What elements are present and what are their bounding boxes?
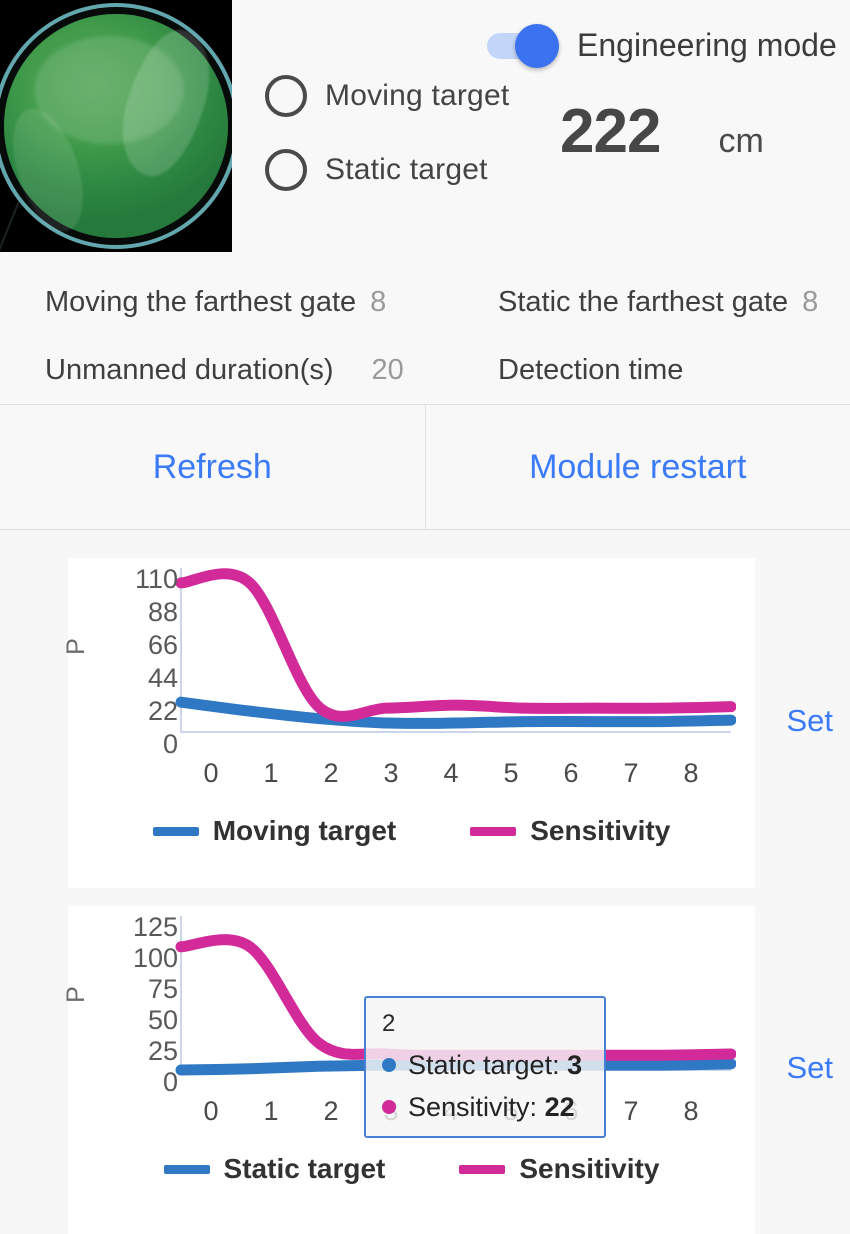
module-restart-button[interactable]: Module restart	[424, 405, 850, 529]
tooltip-series-dot	[382, 1100, 396, 1114]
distance-unit: cm	[718, 122, 764, 160]
y-axis-tick-labels: 125 100 75 50 25 0	[116, 914, 178, 1100]
action-button-bar: Refresh Module restart	[0, 404, 850, 530]
tooltip-header: 2	[382, 1010, 396, 1037]
info-label: Moving the farthest gate	[45, 285, 357, 318]
y-tick: 0	[162, 1067, 178, 1097]
tooltip-series-value: 3	[567, 1049, 583, 1080]
x-tick: 7	[623, 1096, 639, 1126]
legend-label: Static target	[223, 1153, 386, 1184]
info-value: 8	[802, 285, 819, 318]
x-tick: 1	[263, 758, 279, 788]
chart-legend: Moving target Sensitivity	[68, 815, 755, 847]
x-tick: 6	[563, 758, 579, 788]
y-tick: 66	[147, 630, 178, 660]
y-axis-tick-labels: 110 88 66 44 22 0	[116, 566, 178, 764]
info-row: Moving the farthest gate 8 Static the fa…	[0, 268, 850, 336]
info-label: Unmanned duration(s)	[45, 353, 334, 386]
legend-item[interactable]: Sensitivity	[470, 815, 670, 847]
radio-static-target[interactable]: Static target	[265, 144, 509, 196]
x-tick: 4	[443, 758, 459, 788]
info-value: 8	[370, 285, 387, 318]
x-axis-tick-labels: 0 1 2 3 4 5 6 7 8	[181, 758, 721, 789]
y-tick: 50	[147, 1005, 178, 1035]
x-tick: 5	[503, 758, 519, 788]
radio-moving-target-label: Moving target	[325, 79, 510, 112]
y-tick: 22	[147, 696, 178, 726]
x-tick: 8	[683, 1096, 699, 1126]
legend-swatch	[163, 1164, 210, 1174]
x-tick: 7	[623, 758, 639, 788]
set-button-static[interactable]: Set	[786, 1050, 833, 1086]
tooltip-series-label: Static target:	[408, 1049, 560, 1080]
info-value: 20	[371, 353, 404, 386]
legend-label: Sensitivity	[519, 1153, 660, 1184]
y-tick: 0	[162, 729, 178, 759]
legend-item[interactable]: Moving target	[152, 815, 397, 847]
x-tick: 0	[203, 758, 219, 788]
chart-legend: Static target Sensitivity	[68, 1153, 755, 1185]
set-button-moving[interactable]: Set	[786, 703, 833, 739]
tooltip-series-text: Sensitivity: 22	[408, 1092, 575, 1123]
x-tick: 2	[323, 758, 339, 788]
header-panel: Moving target Static target Engineering …	[0, 0, 850, 252]
y-tick: 100	[132, 943, 178, 973]
y-tick: 110	[134, 564, 178, 594]
radio-moving-target[interactable]: Moving target	[265, 70, 509, 122]
info-row: Unmanned duration(s) 20 Detection time 1	[0, 336, 850, 404]
y-axis-title: P	[61, 986, 90, 1003]
chart-plot-svg	[175, 568, 736, 733]
plot-area: P 110 88 66 44 22 0	[62, 558, 755, 758]
info-label: Detection time	[498, 353, 684, 386]
tooltip-row: Sensitivity: 22	[382, 1086, 604, 1128]
info-detection-time: Detection time 1	[450, 354, 850, 387]
y-tick: 75	[147, 974, 178, 1004]
toggle-knob	[515, 23, 559, 68]
tooltip-series-text: Static target: 3	[408, 1050, 582, 1081]
legend-swatch	[470, 826, 517, 836]
refresh-button[interactable]: Refresh	[0, 405, 425, 529]
tooltip-series-value: 22	[544, 1091, 575, 1122]
toggle-switch-icon[interactable]	[487, 23, 559, 68]
status-led-container	[0, 0, 232, 252]
legend-item[interactable]: Static target	[163, 1153, 386, 1185]
radio-static-target-label: Static target	[325, 153, 488, 186]
y-axis-title: P	[61, 638, 90, 655]
engineering-mode-label: Engineering mode	[577, 27, 837, 63]
x-tick: 2	[323, 1096, 339, 1126]
info-unmanned-duration: Unmanned duration(s) 20	[0, 354, 450, 387]
y-tick: 44	[147, 663, 178, 693]
x-tick: 1	[263, 1096, 279, 1126]
distance-value: 222	[560, 97, 661, 166]
tooltip-row: Static target: 3	[382, 1044, 604, 1086]
radio-unchecked-icon[interactable]	[265, 149, 307, 191]
legend-swatch	[459, 1164, 506, 1174]
legend-label: Sensitivity	[530, 815, 671, 846]
legend-swatch	[152, 826, 199, 836]
chart-tooltip: 2 Static target: 3 Sensitivity: 22	[364, 996, 606, 1138]
tooltip-series-dot	[382, 1058, 396, 1072]
x-tick: 0	[203, 1096, 219, 1126]
y-tick: 25	[147, 1036, 178, 1066]
radio-unchecked-icon[interactable]	[265, 75, 307, 117]
x-tick: 3	[383, 758, 399, 788]
engineering-mode-toggle[interactable]: Engineering mode	[487, 23, 837, 68]
chart-moving-target: P 110 88 66 44 22 0 012345678 Moving target Se…	[62, 558, 755, 847]
status-led-green-icon	[0, 14, 228, 241]
info-static-farthest-gate: Static the farthest gate 8	[450, 286, 850, 319]
tooltip-series-label: Sensitivity:	[408, 1091, 538, 1122]
x-tick: 8	[683, 758, 699, 788]
target-type-radio-group: Moving target Static target	[265, 70, 509, 218]
info-grid: Moving the farthest gate 8 Static the fa…	[0, 252, 850, 404]
legend-item[interactable]: Sensitivity	[459, 1153, 659, 1185]
info-moving-farthest-gate: Moving the farthest gate 8	[0, 286, 450, 319]
info-label: Static the farthest gate	[498, 285, 789, 318]
app-root: Moving target Static target Engineering …	[0, 0, 850, 1234]
y-tick: 88	[147, 597, 178, 627]
y-tick: 125	[132, 912, 178, 942]
led-scratch-line	[0, 201, 20, 251]
legend-label: Moving target	[212, 815, 397, 846]
distance-readout: 222 cm	[560, 96, 764, 167]
